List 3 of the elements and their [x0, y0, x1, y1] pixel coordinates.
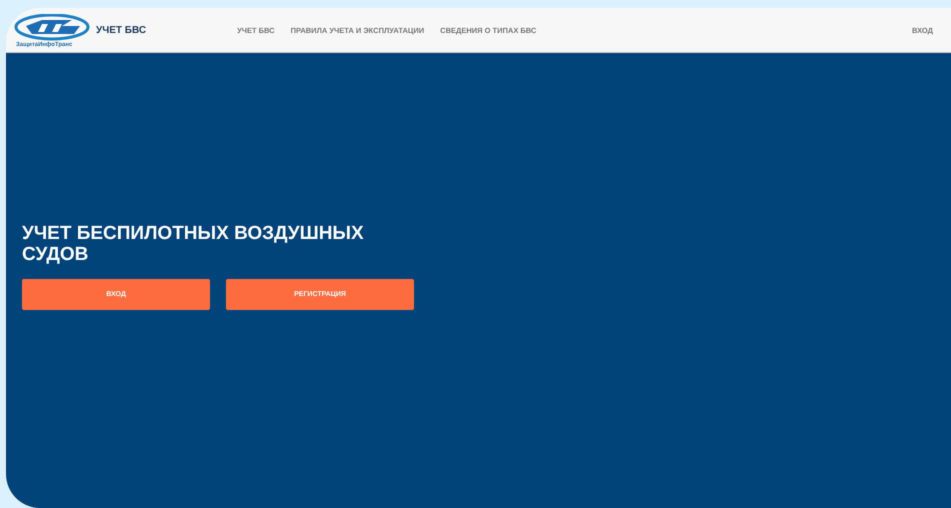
- logo-icon: [12, 14, 92, 42]
- hero-title: УЧЕТ БЕСПИЛОТНЫХ ВОЗДУШНЫХ СУДОВ: [22, 223, 365, 265]
- brand-link[interactable]: УЧЕТ БВС: [96, 24, 146, 36]
